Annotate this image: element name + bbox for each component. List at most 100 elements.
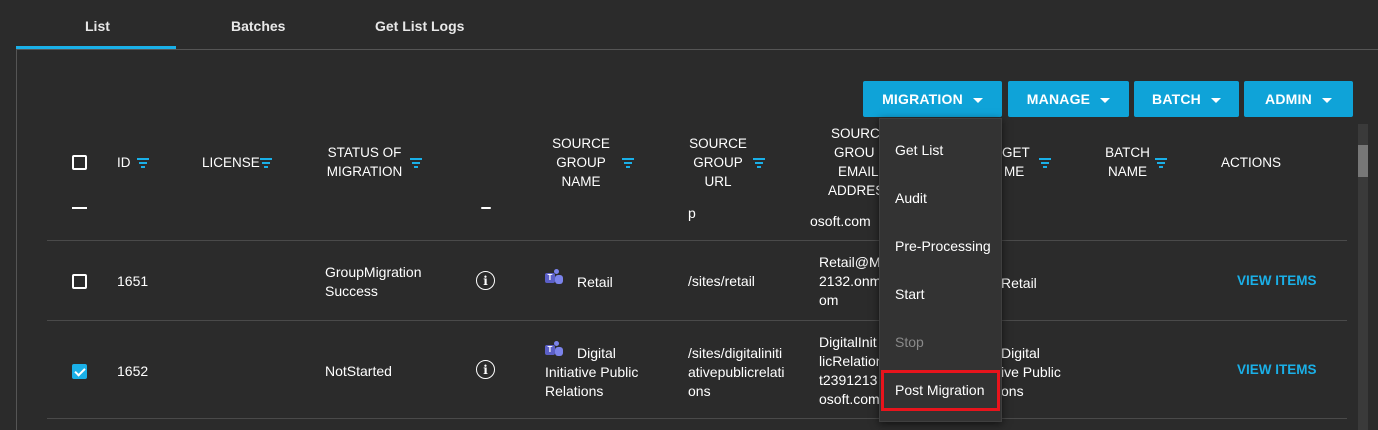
chevron-down-icon <box>1321 97 1332 103</box>
admin-button[interactable]: ADMIN <box>1244 81 1353 117</box>
manage-button[interactable]: MANAGE <box>1008 81 1129 117</box>
active-tab-indicator <box>16 46 176 49</box>
tab-get-list-logs[interactable]: Get List Logs <box>375 18 464 34</box>
row-group-name-cell: Digital Initiative Public Relations <box>545 344 638 401</box>
row-id-cell: 1651 <box>117 273 149 289</box>
column-header-status[interactable]: STATUS OF MIGRATION <box>322 143 407 181</box>
url-line: ativepublicrelati <box>688 364 785 380</box>
status-line: Success <box>325 283 378 299</box>
header-line: NAME <box>561 174 601 189</box>
partial-checkbox[interactable] <box>72 207 87 209</box>
email-line: Retail@M <box>819 254 881 270</box>
view-items-link[interactable]: VIEW ITEMS <box>1237 362 1317 377</box>
email-line: osoft.com <box>819 391 880 407</box>
partial-email-cell: osoft.com <box>810 213 871 229</box>
row-group-email-cell: Retail@M 2132.onm om <box>819 253 881 310</box>
header-line: URL <box>704 174 732 189</box>
chevron-down-icon <box>1210 97 1221 103</box>
chevron-down-icon <box>1100 97 1111 103</box>
column-header-source-group-url[interactable]: SOURCE GROUP URL <box>684 134 752 191</box>
batch-button[interactable]: BATCH <box>1134 81 1239 117</box>
row-target-name-cell: Digital ive Public ons <box>1001 344 1061 401</box>
header-line: STATUS OF <box>327 145 402 160</box>
batch-button-label: BATCH <box>1152 91 1201 107</box>
menu-item-get-list[interactable]: Get List <box>895 142 943 158</box>
header-line: GROU <box>834 145 875 160</box>
row-checkbox[interactable] <box>72 364 87 379</box>
menu-item-start[interactable]: Start <box>895 286 925 302</box>
column-header-id[interactable]: ID <box>117 153 131 172</box>
info-icon[interactable]: i <box>476 360 495 379</box>
row-status-cell: GroupMigration Success <box>325 263 422 301</box>
email-line: t2391213 <box>819 372 878 388</box>
info-icon[interactable]: i <box>476 271 495 290</box>
filter-icon[interactable] <box>753 158 765 168</box>
row-group-url-cell: /sites/digitaliniti ativepublicrelati on… <box>688 344 785 401</box>
row-group-name-cell: Retail <box>577 274 613 290</box>
row-group-url-cell: /sites/retail <box>688 273 755 289</box>
header-line: GROUP <box>556 155 606 170</box>
name-line: Initiative Public <box>545 364 639 380</box>
partial-info-icon[interactable] <box>481 207 491 209</box>
row-divider <box>47 418 1347 419</box>
header-line: SOURC <box>831 126 880 141</box>
target-line: ons <box>1001 383 1024 399</box>
menu-item-stop: Stop <box>895 334 924 350</box>
partial-url-cell: p <box>688 205 696 221</box>
column-header-license[interactable]: LICENSE <box>202 153 260 172</box>
header-line: ME <box>1004 164 1025 179</box>
email-line: 2132.onm <box>819 273 882 289</box>
target-line: Digital <box>1001 345 1040 361</box>
header-line: ADDRES <box>828 183 885 198</box>
email-line: om <box>819 292 839 308</box>
column-header-source-group-name[interactable]: SOURCE GROUP NAME <box>547 134 615 191</box>
name-line: Relations <box>545 383 604 399</box>
manage-button-label: MANAGE <box>1026 91 1091 107</box>
chevron-down-icon <box>972 97 983 103</box>
menu-item-audit[interactable]: Audit <box>895 190 927 206</box>
admin-button-label: ADMIN <box>1265 91 1312 107</box>
header-line: GET <box>1002 145 1030 160</box>
view-items-link[interactable]: VIEW ITEMS <box>1237 273 1317 288</box>
header-line: EMAIL <box>838 164 879 179</box>
row-checkbox[interactable] <box>72 274 87 289</box>
filter-icon[interactable] <box>137 158 149 168</box>
filter-icon[interactable] <box>260 158 272 168</box>
migration-button-label: MIGRATION <box>882 91 963 107</box>
name-line: Digital <box>577 345 616 361</box>
header-line: NAME <box>1107 164 1147 179</box>
row-id-cell: 1652 <box>117 363 149 379</box>
filter-icon[interactable] <box>1039 158 1051 168</box>
status-line: GroupMigration <box>325 264 422 280</box>
select-all-checkbox[interactable] <box>72 155 87 170</box>
scrollbar-thumb[interactable] <box>1358 145 1368 177</box>
row-target-name-cell: Retail <box>1001 275 1037 291</box>
column-header-actions: ACTIONS <box>1221 155 1282 170</box>
email-line: DigitalInit <box>819 334 877 350</box>
row-divider <box>47 240 1347 241</box>
header-line: SOURCE <box>689 136 747 151</box>
url-line: ons <box>688 383 711 399</box>
url-line: /sites/digitaliniti <box>688 345 783 361</box>
target-line: ive Public <box>1001 364 1061 380</box>
header-line: GROUP <box>693 155 743 170</box>
header-line: BATCH <box>1105 145 1150 160</box>
header-line: MIGRATION <box>326 164 403 179</box>
migration-button[interactable]: MIGRATION <box>863 81 1002 117</box>
post-migration-highlight <box>881 370 1000 411</box>
row-divider <box>47 320 1347 321</box>
column-header-batch-name[interactable]: BATCH NAME <box>1100 143 1155 181</box>
email-line: licRelation <box>819 353 884 369</box>
filter-icon[interactable] <box>622 158 634 168</box>
menu-item-pre-processing[interactable]: Pre-Processing <box>895 238 991 254</box>
header-line: SOURCE <box>552 136 610 151</box>
row-status-cell: NotStarted <box>325 363 392 379</box>
column-header-source-group-email[interactable]: SOURC GROU EMAIL ADDRES <box>826 124 886 200</box>
column-header-target-group-name[interactable]: GET ME <box>998 143 1030 181</box>
filter-icon[interactable] <box>1155 158 1167 168</box>
teams-icon: T <box>545 269 563 285</box>
filter-icon[interactable] <box>410 158 422 168</box>
tab-bar: List Batches Get List Logs <box>16 0 1378 50</box>
tab-batches[interactable]: Batches <box>231 18 285 34</box>
tab-list[interactable]: List <box>85 18 110 34</box>
